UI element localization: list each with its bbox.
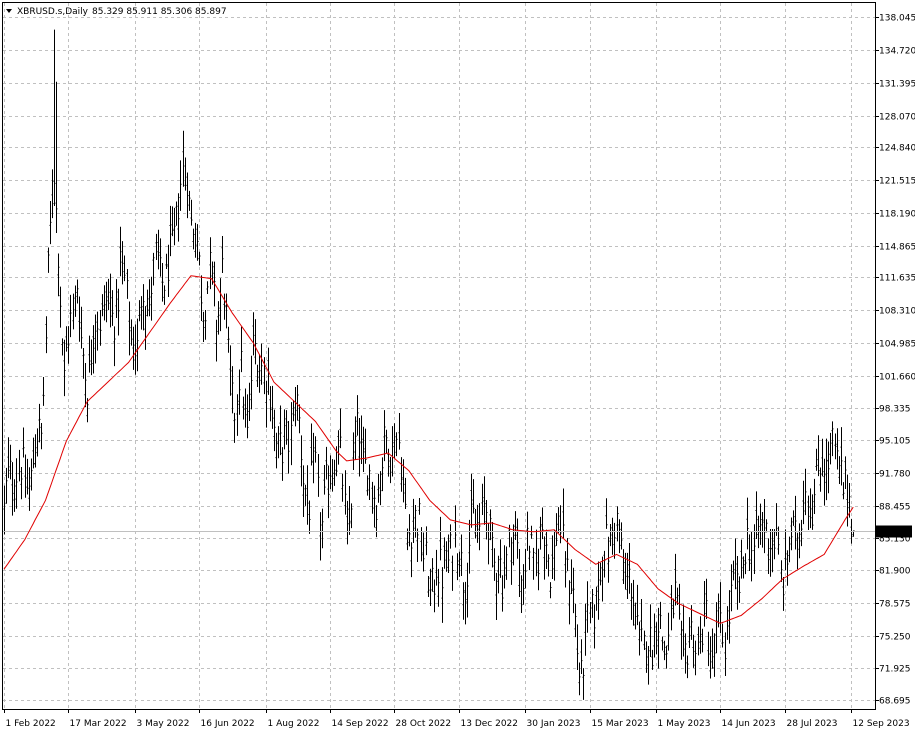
x-tick-label: 15 Mar 2023 <box>592 719 649 729</box>
x-tick-label: 14 Sep 2022 <box>332 719 389 729</box>
y-tick-label: 131.395 <box>879 80 915 90</box>
ohlc-values: 85.329 85.911 85.306 85.897 <box>92 7 227 17</box>
y-tick-label: 78.575 <box>879 600 911 610</box>
x-tick-label: 13 Dec 2022 <box>461 719 519 729</box>
current-price-label: 85.897 <box>876 525 912 538</box>
x-tick-label: 1 May 2023 <box>658 719 711 729</box>
x-tick-label: 12 Sep 2023 <box>853 719 910 729</box>
y-tick-label: 124.840 <box>879 144 915 154</box>
x-tick-label: 14 Jun 2023 <box>722 719 776 729</box>
symbol-label: XBRUSD.s,Daily <box>17 7 89 17</box>
x-tick-label: 1 Feb 2022 <box>6 719 56 729</box>
y-tick-label: 104.985 <box>879 340 915 350</box>
x-tick-label: 1 Aug 2022 <box>268 719 320 729</box>
y-tick-label: 98.335 <box>879 405 911 415</box>
y-tick-label: 138.045 <box>879 14 915 24</box>
x-tick-label: 16 Jun 2022 <box>201 719 255 729</box>
y-tick-label: 91.780 <box>879 470 911 480</box>
y-tick-label: 108.310 <box>879 307 915 317</box>
current-price-label-text: 85.897 <box>879 528 911 538</box>
y-tick-label: 81.900 <box>879 567 911 577</box>
y-tick-label: 88.455 <box>879 503 911 513</box>
x-tick-label: 30 Jan 2023 <box>527 719 581 729</box>
y-tick-label: 134.720 <box>879 47 915 57</box>
x-tick-label: 17 Mar 2022 <box>70 719 127 729</box>
y-tick-label: 101.660 <box>879 373 915 383</box>
x-tick-label: 28 Oct 2022 <box>396 719 452 729</box>
y-tick-label: 118.190 <box>879 210 915 220</box>
price-chart[interactable]: 138.045 134.720 131.395 128.070 124.840 121.5… <box>0 0 915 735</box>
y-tick-label: 114.865 <box>879 243 915 253</box>
y-tick-label: 75.250 <box>879 633 911 643</box>
y-tick-label: 111.635 <box>879 274 915 284</box>
x-tick-label: 28 Jul 2023 <box>787 719 838 729</box>
x-tick-label: 3 May 2022 <box>137 719 190 729</box>
y-tick-label: 128.070 <box>879 113 915 123</box>
y-tick-label: 95.105 <box>879 437 911 447</box>
y-tick-label: 121.515 <box>879 177 915 187</box>
y-tick-label: 68.695 <box>879 697 911 707</box>
y-tick-label: 71.925 <box>879 665 911 675</box>
chart-header: XBRUSD.s,Daily 85.329 85.911 85.306 85.8… <box>6 7 227 17</box>
